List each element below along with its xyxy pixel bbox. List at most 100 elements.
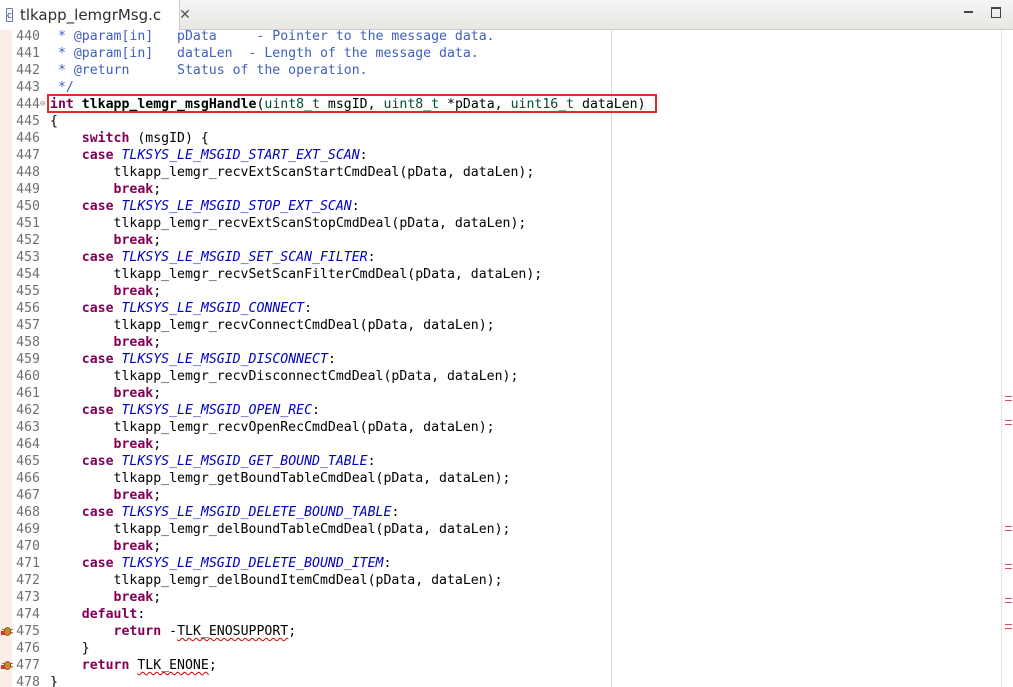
code-line[interactable]: 450 case TLKSYS_LE_MSGID_STOP_EXT_SCAN: xyxy=(0,198,1000,215)
code-editor[interactable]: 440 * @param[in] pData - Pointer to the … xyxy=(0,30,1013,687)
code-line[interactable]: 452 break; xyxy=(0,232,1000,249)
overview-error-mark[interactable] xyxy=(1005,396,1012,401)
enum-token: TLKSYS_LE_MSGID_DISCONNECT xyxy=(121,352,328,367)
minimize-icon[interactable] xyxy=(963,6,975,18)
code-text: * @return Status of the operation. xyxy=(50,62,368,79)
overview-error-mark[interactable] xyxy=(1005,420,1012,425)
code-token: } xyxy=(50,641,90,656)
code-line[interactable]: 476 } xyxy=(0,640,1000,657)
tab-tlkapp-lemgrmsg[interactable]: c tlkapp_lemgrMsg.c ✕ xyxy=(0,0,191,30)
code-line[interactable]: 449 break; xyxy=(0,181,1000,198)
code-line[interactable]: 466 tlkapp_lemgr_getBoundTableCmdDeal(pD… xyxy=(0,470,1000,487)
code-text: tlkapp_lemgr_delBoundItemCmdDeal(pData, … xyxy=(50,572,503,589)
code-line[interactable]: 470 break; xyxy=(0,538,1000,555)
code-line[interactable]: 445 { xyxy=(0,113,1000,130)
code-line[interactable]: 473 break; xyxy=(0,589,1000,606)
overview-error-mark[interactable] xyxy=(1005,564,1012,569)
code-line[interactable]: 441 * @param[in] dataLen - Length of the… xyxy=(0,45,1000,62)
code-token: ; xyxy=(153,437,162,452)
enum-token: TLKSYS_LE_MSGID_START_EXT_SCAN xyxy=(121,148,360,163)
code-token: tlkapp_lemgr_recvExtScanStartCmdDeal(pDa… xyxy=(50,165,535,180)
code-line[interactable]: 467 break; xyxy=(0,487,1000,504)
code-text: tlkapp_lemgr_recvConnectCmdDeal(pData, d… xyxy=(50,317,495,334)
code-token: TLK_ENONE xyxy=(137,658,209,673)
code-line[interactable]: 455 break; xyxy=(0,283,1000,300)
overview-error-mark[interactable] xyxy=(1005,598,1012,603)
code-line[interactable]: 453 case TLKSYS_LE_MSGID_SET_SCAN_FILTER… xyxy=(0,249,1000,266)
code-token: - xyxy=(161,624,178,639)
keyword-token: break xyxy=(113,488,154,503)
code-text: case TLKSYS_LE_MSGID_SET_SCAN_FILTER: xyxy=(50,249,376,266)
warning-bug-icon[interactable] xyxy=(1,659,14,671)
code-line[interactable]: 463 tlkapp_lemgr_recvOpenRecCmdDeal(pDat… xyxy=(0,419,1000,436)
code-line[interactable]: 461 break; xyxy=(0,385,1000,402)
comment-token: * @return Status of the operation. xyxy=(50,63,368,78)
keyword-token: case xyxy=(81,454,114,469)
keyword-token: return xyxy=(81,658,130,673)
code-text: case TLKSYS_LE_MSGID_DELETE_BOUND_ITEM: xyxy=(50,555,392,572)
code-text: tlkapp_lemgr_getBoundTableCmdDeal(pData,… xyxy=(50,470,511,487)
code-line[interactable]: 457 tlkapp_lemgr_recvConnectCmdDeal(pDat… xyxy=(0,317,1000,334)
code-line[interactable]: 478} xyxy=(0,674,1000,687)
line-number: 449 xyxy=(16,182,40,197)
code-token: : xyxy=(367,454,376,469)
code-line[interactable]: 471 case TLKSYS_LE_MSGID_DELETE_BOUND_IT… xyxy=(0,555,1000,572)
line-number: 474 xyxy=(16,607,40,622)
close-icon[interactable]: ✕ xyxy=(179,7,191,23)
line-number: 460 xyxy=(16,369,40,384)
enum-token: TLKSYS_LE_MSGID_GET_BOUND_TABLE xyxy=(121,454,368,469)
code-line[interactable]: 475 return -TLK_ENOSUPPORT; xyxy=(0,623,1000,640)
code-line[interactable]: 468 case TLKSYS_LE_MSGID_DELETE_BOUND_TA… xyxy=(0,504,1000,521)
code-line[interactable]: 472 tlkapp_lemgr_delBoundItemCmdDeal(pDa… xyxy=(0,572,1000,589)
code-line[interactable]: 464 break; xyxy=(0,436,1000,453)
code-line[interactable]: 456 case TLKSYS_LE_MSGID_CONNECT: xyxy=(0,300,1000,317)
code-text: case TLKSYS_LE_MSGID_OPEN_REC: xyxy=(50,402,320,419)
code-text: case TLKSYS_LE_MSGID_CONNECT: xyxy=(50,300,312,317)
keyword-token: break xyxy=(113,335,154,350)
code-line[interactable]: 454 tlkapp_lemgr_recvSetScanFilterCmdDea… xyxy=(0,266,1000,283)
code-line[interactable]: 462 case TLKSYS_LE_MSGID_OPEN_REC: xyxy=(0,402,1000,419)
code-text: case TLKSYS_LE_MSGID_DELETE_BOUND_TABLE: xyxy=(50,504,400,521)
code-token: ; xyxy=(153,539,162,554)
line-number: 451 xyxy=(16,216,40,231)
code-line[interactable]: 459 case TLKSYS_LE_MSGID_DISCONNECT: xyxy=(0,351,1000,368)
code-line[interactable]: 448 tlkapp_lemgr_recvExtScanStartCmdDeal… xyxy=(0,164,1000,181)
code-token: tlkapp_lemgr_delBoundItemCmdDeal(pData, … xyxy=(50,573,503,588)
code-line[interactable]: 451 tlkapp_lemgr_recvExtScanStopCmdDeal(… xyxy=(0,215,1000,232)
code-line[interactable]: 442 * @return Status of the operation. xyxy=(0,62,1000,79)
code-line[interactable]: 465 case TLKSYS_LE_MSGID_GET_BOUND_TABLE… xyxy=(0,453,1000,470)
code-line[interactable]: 460 tlkapp_lemgr_recvDisconnectCmdDeal(p… xyxy=(0,368,1000,385)
code-line[interactable]: 446 switch (msgID) { xyxy=(0,130,1000,147)
line-number: 472 xyxy=(16,573,40,588)
code-line[interactable]: 440 * @param[in] pData - Pointer to the … xyxy=(0,30,1000,45)
line-number: 459 xyxy=(16,352,40,367)
overview-error-mark[interactable] xyxy=(1005,624,1012,629)
code-text: tlkapp_lemgr_delBoundTableCmdDeal(pData,… xyxy=(50,521,511,538)
keyword-token: break xyxy=(113,284,154,299)
code-line[interactable]: 474 default: xyxy=(0,606,1000,623)
code-token: : xyxy=(137,607,146,622)
code-text: tlkapp_lemgr_recvOpenRecCmdDeal(pData, d… xyxy=(50,419,495,436)
code-line[interactable]: 469 tlkapp_lemgr_delBoundTableCmdDeal(pD… xyxy=(0,521,1000,538)
code-text: break; xyxy=(50,436,162,453)
warning-bug-icon[interactable] xyxy=(1,625,14,637)
code-line[interactable]: 477 return TLK_ENONE; xyxy=(0,657,1000,674)
code-token: ; xyxy=(153,335,162,350)
overview-ruler[interactable] xyxy=(1001,30,1002,687)
code-line[interactable]: 447 case TLKSYS_LE_MSGID_START_EXT_SCAN: xyxy=(0,147,1000,164)
maximize-icon[interactable] xyxy=(990,6,1002,18)
overview-error-mark[interactable] xyxy=(1005,526,1012,531)
keyword-token: case xyxy=(81,250,114,265)
line-number: 445 xyxy=(16,114,40,129)
code-token: : xyxy=(359,148,368,163)
keyword-token: break xyxy=(113,386,154,401)
line-number: 450 xyxy=(16,199,40,214)
code-token: : xyxy=(304,301,313,316)
code-line[interactable]: 458 break; xyxy=(0,334,1000,351)
code-text: tlkapp_lemgr_recvDisconnectCmdDeal(pData… xyxy=(50,368,519,385)
fold-icon[interactable]: ⊖ xyxy=(40,100,45,109)
